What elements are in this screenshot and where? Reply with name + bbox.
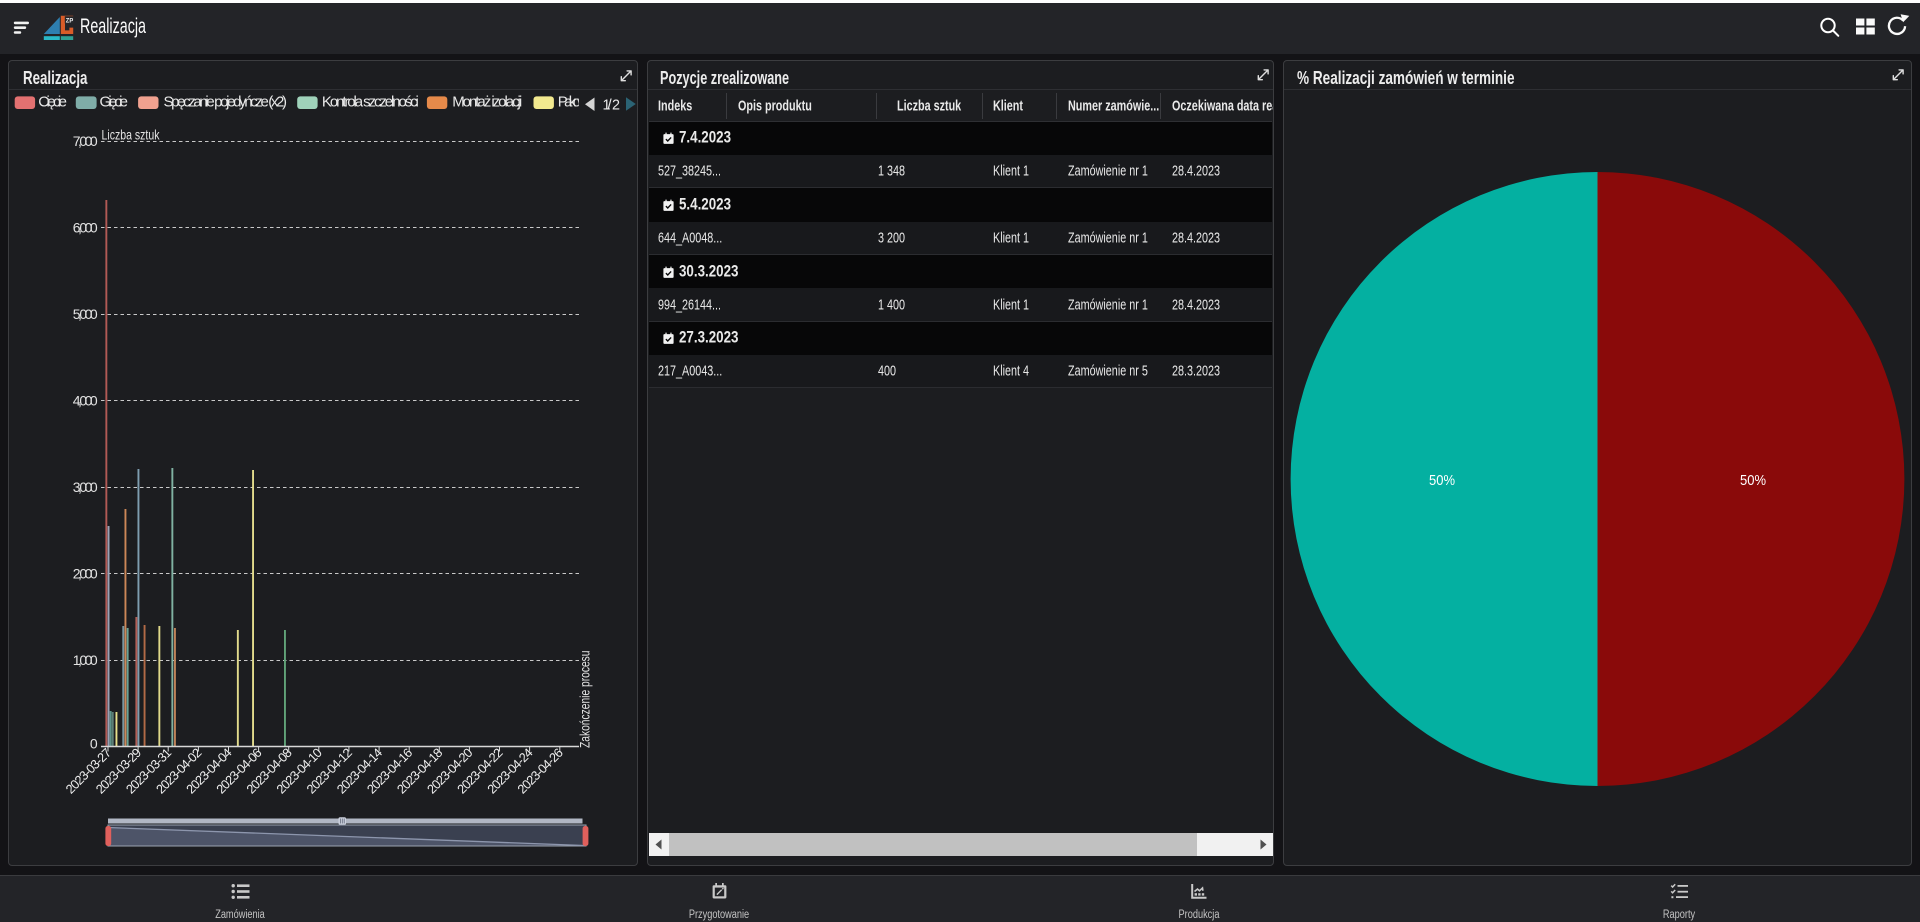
svg-text:0: 0 [90,736,98,752]
svg-text:Montaż izolacji: Montaż izolacji [452,94,522,111]
svg-text:2: 2 [612,97,620,114]
svg-text:50%: 50% [1740,472,1766,489]
svg-text:Realizacja: Realizacja [80,15,146,38]
svg-text:Spęczanie pojedyńcze (x2): Spęczanie pojedyńcze (x2) [164,94,288,111]
svg-text:5,000: 5,000 [73,306,98,322]
svg-text:6,000: 6,000 [73,220,98,236]
svg-text:4,000: 4,000 [73,393,98,409]
svg-text:1,000: 1,000 [73,652,98,668]
svg-text:Liczba sztuk: Liczba sztuk [102,127,161,143]
svg-text:Kontrola szczelności: Kontrola szczelności [322,94,419,111]
svg-text:ZP: ZP [66,17,74,24]
svg-text:Cięcie: Cięcie [38,94,67,111]
svg-text:Pakowanie: Pakowanie [558,94,602,111]
svg-text:7,000: 7,000 [73,133,98,149]
svg-text:50%: 50% [1429,472,1455,489]
svg-text:Gięcie: Gięcie [100,94,129,111]
svg-text:3,000: 3,000 [73,479,98,495]
svg-text:Zakończenie procesu: Zakończenie procesu [578,651,593,749]
svg-text:2,000: 2,000 [73,566,98,582]
